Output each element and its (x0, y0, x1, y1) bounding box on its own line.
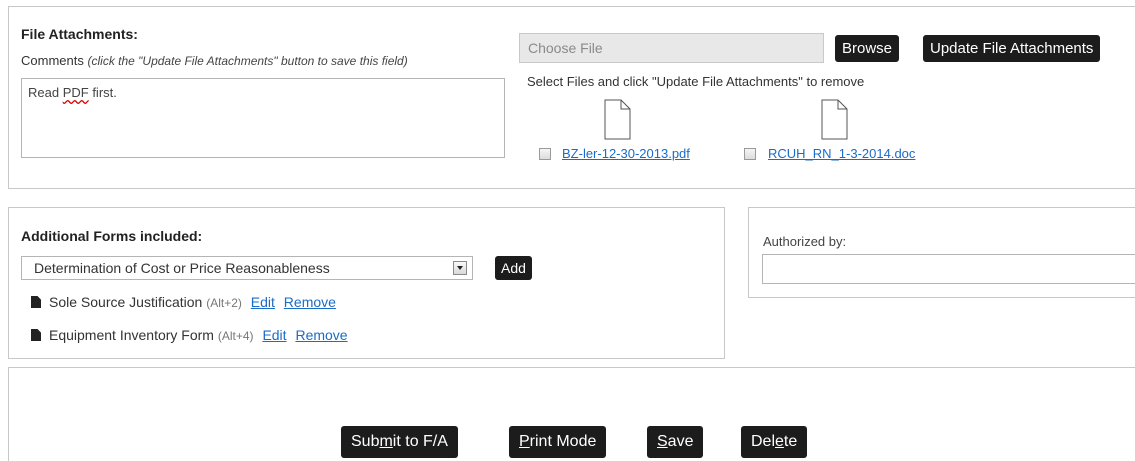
print-label: rint Mode (529, 433, 597, 450)
delete-button[interactable]: Delete (741, 426, 808, 458)
delete-label-a: Del (751, 433, 776, 450)
comments-text-part1: Read (28, 85, 63, 100)
form-item-name: Sole Source Justification (49, 294, 203, 310)
form-item-shortcut: (Alt+4) (217, 329, 254, 343)
authorization-panel: Authorized by: (748, 207, 1135, 298)
print-accesskey: P (519, 433, 530, 450)
document-icon (31, 329, 41, 341)
delete-accesskey: e (775, 433, 784, 450)
add-form-button[interactable]: Add (495, 256, 532, 280)
additional-forms-title: Additional Forms included: (21, 228, 203, 244)
save-button[interactable]: Save (647, 426, 704, 458)
form-item: Sole Source Justification (Alt+2) Edit R… (31, 294, 336, 310)
submit-to-fa-button[interactable]: Submit to F/A (341, 426, 458, 458)
edit-form-link[interactable]: Edit (262, 327, 286, 343)
form-item-shortcut: (Alt+2) (206, 296, 242, 310)
comments-text-misspelled: PDF (62, 85, 89, 100)
comments-hint: (click the "Update File Attachments" but… (87, 54, 408, 68)
comments-textarea[interactable]: Read PDF first. (21, 78, 505, 158)
form-type-selected: Determination of Cost or Price Reasonabl… (34, 260, 330, 276)
file-link-2[interactable]: RCUH_RN_1-3-2014.doc (768, 146, 915, 161)
submit-label-b: it to F/A (392, 433, 448, 450)
comments-text-part2: first. (88, 85, 117, 100)
save-label: ave (667, 433, 694, 450)
document-icon (821, 99, 848, 140)
file-checkbox-2[interactable] (744, 148, 756, 160)
form-item-name: Equipment Inventory Form (49, 327, 214, 343)
submit-label-a: Sub (351, 433, 380, 450)
save-accesskey: S (657, 433, 668, 450)
remove-form-link[interactable]: Remove (295, 327, 347, 343)
actions-panel: Submit to F/A Print Mode Save Delete (8, 367, 1135, 461)
browse-button[interactable]: Browse (835, 35, 900, 62)
comments-label-text: Comments (21, 53, 84, 68)
dropdown-arrow-icon[interactable] (453, 261, 467, 275)
authorized-by-input[interactable] (762, 254, 1135, 284)
edit-form-link[interactable]: Edit (251, 294, 275, 310)
file-attachments-title: File Attachments: (21, 26, 138, 42)
choose-file-input[interactable]: Choose File (519, 33, 824, 63)
file-link-1[interactable]: BZ-ler-12-30-2013.pdf (562, 146, 690, 161)
select-files-hint: Select Files and click "Update File Atta… (527, 74, 865, 89)
update-file-attachments-button[interactable]: Update File Attachments (923, 35, 1101, 62)
delete-label-b: te (783, 433, 798, 450)
document-icon (31, 296, 41, 308)
additional-forms-panel: Additional Forms included: Determination… (8, 207, 725, 359)
file-checkbox-1[interactable] (539, 148, 551, 160)
form-item: Equipment Inventory Form (Alt+4) Edit Re… (31, 327, 348, 343)
document-icon (604, 99, 631, 140)
form-type-select[interactable]: Determination of Cost or Price Reasonabl… (21, 256, 473, 280)
comments-label: Comments (click the "Update File Attachm… (21, 53, 408, 68)
authorized-by-label: Authorized by: (763, 234, 847, 249)
submit-accesskey: m (379, 433, 393, 450)
print-mode-button[interactable]: Print Mode (509, 426, 607, 458)
remove-form-link[interactable]: Remove (284, 294, 336, 310)
file-attachments-panel: File Attachments: Comments (click the "U… (8, 6, 1135, 189)
